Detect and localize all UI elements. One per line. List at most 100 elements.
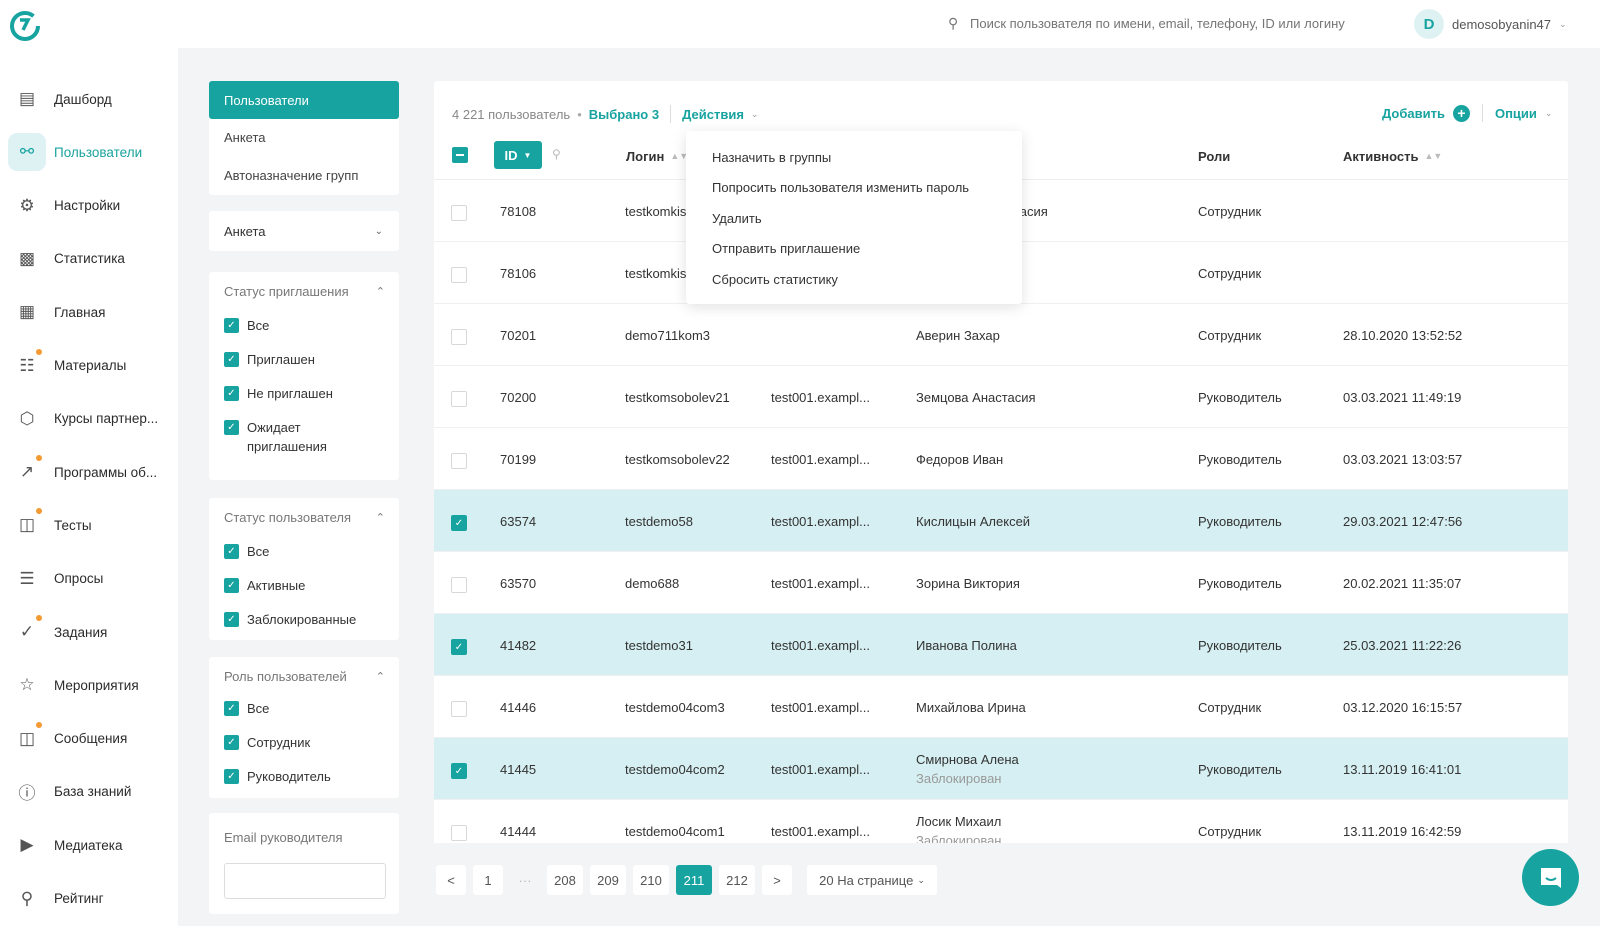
- cell-name: Михайлова Ирина: [916, 676, 1026, 738]
- row-checkbox[interactable]: [451, 577, 467, 593]
- name-value: Зорина Виктория: [916, 575, 1020, 591]
- row-checkbox[interactable]: [451, 825, 467, 841]
- cell-email: test001.exampl...: [771, 490, 870, 552]
- row-checkbox[interactable]: [451, 329, 467, 345]
- plus-circle-icon[interactable]: +: [1452, 104, 1470, 122]
- menu-item-request-password-change[interactable]: Попросить пользователя изменить пароль: [686, 173, 1022, 204]
- cell-login: testdemo58: [625, 490, 693, 552]
- name-value: Аверин Захар: [916, 327, 1000, 343]
- chevron-down-icon: ⌄: [750, 108, 759, 119]
- login-value: testdemo04com1: [625, 823, 725, 839]
- row-checkbox[interactable]: [451, 267, 467, 283]
- cell-activity: 03.03.2021 11:49:19: [1343, 366, 1461, 428]
- id-value: 41482: [500, 637, 537, 653]
- cell-email: test001.exampl...: [771, 676, 870, 738]
- tab-anketa[interactable]: Анкета: [209, 118, 399, 156]
- row-checkbox[interactable]: [451, 391, 467, 407]
- menu-item-send-invite[interactable]: Отправить приглашение: [686, 234, 1022, 265]
- pagination-ellipsis: ···: [518, 872, 532, 888]
- page-210[interactable]: 210: [633, 865, 669, 895]
- cell-role: Руководитель: [1198, 490, 1282, 552]
- actions-dropdown[interactable]: Действия: [682, 107, 744, 122]
- id-column-sort[interactable]: ID ▼: [494, 141, 542, 169]
- selected-count[interactable]: Выбрано 3: [589, 107, 659, 122]
- menu-item-delete[interactable]: Удалить: [686, 203, 1022, 234]
- cell-role: Руководитель: [1198, 552, 1282, 614]
- cell-role: Руководитель: [1198, 614, 1282, 676]
- login-value: demo688: [625, 575, 680, 591]
- page-209[interactable]: 209: [590, 865, 626, 895]
- pagination-next[interactable]: >: [762, 865, 792, 895]
- menu-item-assign-groups[interactable]: Назначить в группы: [686, 142, 1022, 173]
- name-value: Земцова Анастасия: [916, 389, 1036, 405]
- select-all-checkbox[interactable]: [452, 147, 468, 163]
- login-value: testkomsobolev22: [625, 451, 730, 467]
- options-dropdown[interactable]: Опции: [1495, 106, 1537, 121]
- table-toolbar: 4 221 пользователь • Выбрано 3 Действия …: [452, 105, 758, 123]
- table-row[interactable]: 70200 testkomsobolev21 test001.exampl... Зе…: [434, 366, 1568, 428]
- row-checkbox-checked[interactable]: ✓: [451, 515, 467, 531]
- table-row[interactable]: ✓ 63574 testdemo58 test001.exampl... Кислицы…: [434, 490, 1568, 552]
- cell-id: 41445: [500, 738, 536, 800]
- cell-name: Федоров Иван: [916, 428, 1003, 490]
- table-row[interactable]: ✓ 41482 testdemo31 test001.exampl... Иванова…: [434, 614, 1568, 676]
- login-header[interactable]: Логин ▲▼: [626, 144, 688, 168]
- chevron-down-icon: ⌄: [917, 874, 925, 885]
- email-value: test001.exampl...: [771, 637, 870, 653]
- per-page-select[interactable]: 20 На странице ⌄: [807, 865, 937, 895]
- id-value: 70201: [500, 327, 537, 343]
- search-input[interactable]: [970, 12, 1390, 34]
- cell-id: 78108: [500, 180, 536, 242]
- table-row[interactable]: 70201 demo711kom3 Аверин Захар Сотрудник 28.…: [434, 304, 1568, 366]
- trophy-icon: ⚲: [20, 888, 34, 908]
- user-count: 4 221 пользователь: [452, 106, 571, 122]
- table-row[interactable]: 41444 testdemo04com1 test001.exampl... Лоси…: [434, 800, 1568, 843]
- logo-icon[interactable]: [8, 6, 44, 42]
- cell-id: 78106: [500, 242, 536, 304]
- cell-role: Руководитель: [1198, 738, 1282, 800]
- role-value: Руководитель: [1198, 389, 1282, 405]
- table-row[interactable]: 41446 testdemo04com3 test001.exampl... Миха…: [434, 676, 1568, 738]
- users-icon: ⚯: [8, 133, 46, 172]
- sidebar-item-users[interactable]: ⚯ Пользователи: [8, 132, 170, 172]
- role-value: Руководитель: [1198, 513, 1282, 529]
- caret-down-icon: ▼: [523, 150, 532, 160]
- add-button[interactable]: Добавить: [1382, 106, 1445, 121]
- sidebar-item-trophy[interactable]: ⚲ Рейтинг: [8, 879, 170, 919]
- table-row[interactable]: ✓ 41445 testdemo04com2 test001.exampl... Сми…: [434, 738, 1568, 800]
- row-checkbox-checked[interactable]: ✓: [451, 639, 467, 655]
- cell-login: testdemo04com1: [625, 800, 725, 843]
- id-value: 41444: [500, 823, 537, 839]
- menu-item-reset-stats[interactable]: Сбросить статистику: [686, 264, 1022, 295]
- pagination-prev[interactable]: <: [436, 865, 466, 895]
- email-value: test001.exampl...: [771, 389, 870, 405]
- row-checkbox[interactable]: [451, 205, 467, 221]
- cell-role: Сотрудник: [1198, 304, 1261, 366]
- table-row[interactable]: 70199 testkomsobolev22 test001.exampl... Фе…: [434, 428, 1568, 490]
- user-menu[interactable]: D demosobyanin47 ⌄: [1414, 9, 1567, 39]
- row-checkbox[interactable]: [451, 701, 467, 717]
- cell-activity: 03.03.2021 13:03:57: [1343, 428, 1462, 490]
- row-checkbox-checked[interactable]: ✓: [451, 763, 467, 779]
- chevron-down-icon: ⌄: [1544, 107, 1553, 118]
- email-value: test001.exampl...: [771, 823, 870, 839]
- page-208[interactable]: 208: [547, 865, 583, 895]
- sidebar-item-dashboard[interactable]: ▤ Дашборд: [8, 79, 170, 119]
- activity-header[interactable]: Активность ▲▼: [1343, 144, 1442, 168]
- manager-email-input[interactable]: [224, 863, 386, 899]
- tab-users[interactable]: Пользователи: [209, 81, 399, 119]
- email-value: test001.exampl...: [771, 451, 870, 467]
- chat-button[interactable]: [1522, 849, 1579, 906]
- id-search-icon[interactable]: ⚲: [552, 147, 561, 161]
- id-value: 70199: [500, 451, 537, 467]
- page-211[interactable]: 211: [676, 865, 712, 895]
- row-checkbox[interactable]: [451, 453, 467, 469]
- cell-name: Смирнова Алена Заблокирован: [916, 738, 1019, 800]
- page-1[interactable]: 1: [473, 865, 503, 895]
- page-212[interactable]: 212: [719, 865, 755, 895]
- table-row[interactable]: 63570 demo688 test001.exampl... Зорина Викт…: [434, 552, 1568, 614]
- role-value: Руководитель: [1198, 575, 1282, 591]
- cell-activity: 13.11.2019 16:42:59: [1343, 800, 1461, 843]
- activity-value: 29.03.2021 12:47:56: [1343, 513, 1463, 529]
- activity-value: 13.11.2019 16:42:59: [1343, 823, 1462, 839]
